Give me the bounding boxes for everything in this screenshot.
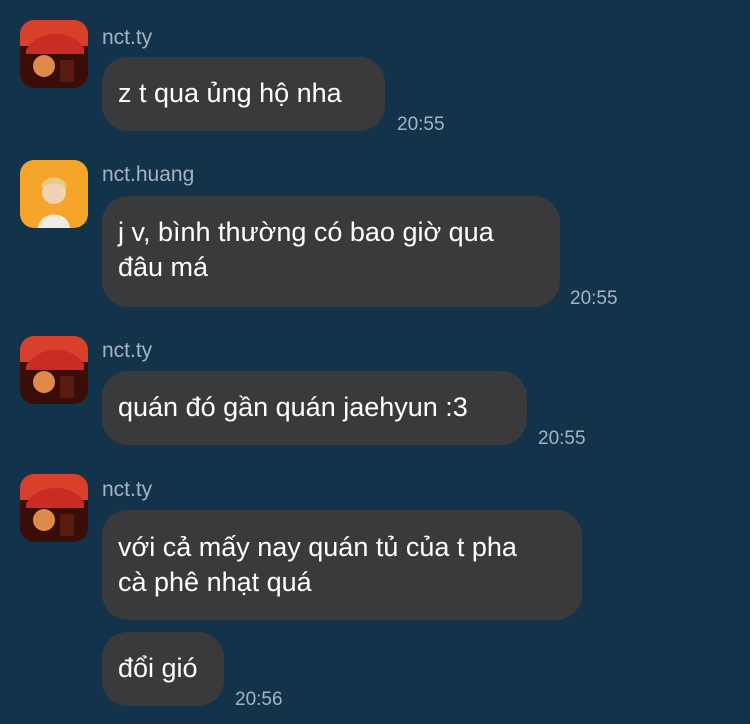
sender-name: nct.huang — [102, 163, 195, 186]
message-time: 20:55 — [538, 428, 586, 449]
message-time: 20:56 — [235, 689, 283, 710]
avatar-portrait-icon — [20, 160, 88, 228]
message-bubble[interactable]: j v, bình thường có bao giờ qua đâu má — [102, 196, 560, 307]
message-bubble[interactable]: quán đó gần quán jaehyun :3 — [102, 371, 527, 445]
message-bubble[interactable]: z t qua ủng hộ nha — [102, 57, 385, 131]
avatar[interactable] — [20, 20, 88, 88]
avatar-red-cap-icon — [20, 474, 88, 542]
avatar-red-cap-icon — [20, 336, 88, 404]
message-bubble[interactable]: với cả mấy nay quán tủ của t pha cà phê … — [102, 510, 582, 620]
avatar[interactable] — [20, 474, 88, 542]
avatar[interactable] — [20, 336, 88, 404]
message-bubble[interactable]: đổi gió — [102, 632, 224, 706]
sender-name: nct.ty — [102, 339, 153, 362]
avatar[interactable] — [20, 160, 88, 228]
avatar-red-cap-icon — [20, 20, 88, 88]
message-time: 20:55 — [397, 114, 445, 135]
message-time: 20:55 — [570, 288, 618, 309]
sender-name: nct.ty — [102, 478, 153, 501]
sender-name: nct.ty — [102, 26, 153, 49]
